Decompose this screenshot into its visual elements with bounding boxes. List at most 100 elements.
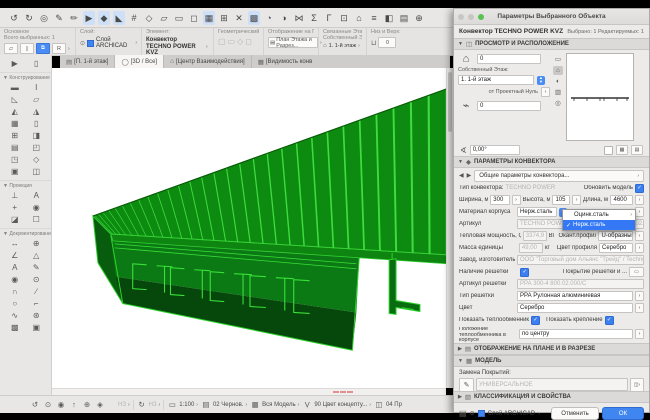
tool-icon[interactable]: ▤ bbox=[7, 142, 23, 153]
width-field[interactable]: 300 bbox=[490, 195, 509, 205]
eye-icon[interactable]: ↑ bbox=[69, 400, 79, 409]
grille-checkbox[interactable]: ✓ bbox=[520, 268, 529, 277]
bottom-elevation-field[interactable]: 0 bbox=[477, 101, 541, 111]
pen-set-select[interactable]: ▤ 02 Чернов.› bbox=[201, 400, 247, 409]
rotation-angle-field[interactable]: 0,00° bbox=[470, 145, 520, 155]
horizontal-scrollbar[interactable] bbox=[52, 388, 446, 395]
toolbar-icon[interactable]: ↻ bbox=[23, 11, 35, 25]
tool-icon[interactable]: ○ bbox=[7, 298, 23, 309]
toolbox-section-design[interactable]: ▼ Конструирование bbox=[0, 72, 51, 81]
renovation-select[interactable]: ◫ 04 Пр bbox=[374, 400, 402, 409]
tool-icon[interactable]: ▣ bbox=[28, 322, 44, 333]
tool-icon[interactable]: I bbox=[28, 82, 44, 93]
favorites-button[interactable]: ▯ bbox=[20, 43, 34, 54]
coating-override-stepper[interactable]: ◫› bbox=[630, 378, 644, 392]
toolbar-icon[interactable]: # bbox=[128, 11, 140, 25]
section-plan-display[interactable]: ▶▤ ОТОБРАЖЕНИЕ НА ПЛАНЕ И В РАЗРЕЗЕ bbox=[454, 343, 649, 355]
scrollbar-thumb[interactable] bbox=[448, 72, 452, 132]
tool-icon[interactable]: ∠ bbox=[7, 250, 23, 261]
color-stepper[interactable]: › bbox=[635, 303, 644, 313]
3d-preview-icon[interactable]: ◐ bbox=[553, 77, 563, 86]
show-hx-checkbox[interactable]: ✓ bbox=[531, 316, 540, 325]
tool-icon[interactable]: ◮ bbox=[28, 106, 44, 117]
tab-3d[interactable]: ◯ [3D / Все] bbox=[115, 55, 164, 68]
story-stepper[interactable]: ▲▼ bbox=[537, 76, 545, 85]
info-preview-icon[interactable]: ◎ bbox=[553, 99, 563, 108]
tool-icon[interactable]: ▶ bbox=[7, 58, 23, 69]
tab-schedule[interactable]: ▦ [Видимость конв bbox=[252, 55, 450, 68]
coating-button[interactable]: ▭ bbox=[629, 267, 644, 277]
geometry-variant-icon[interactable]: ▭ bbox=[228, 37, 236, 46]
tool-icon[interactable]: ◉ bbox=[28, 202, 44, 213]
toolbar-icon[interactable]: ▤ bbox=[398, 11, 410, 25]
tool-icon[interactable]: ◉ bbox=[7, 274, 23, 285]
elevation-value[interactable]: 0 bbox=[378, 37, 396, 48]
chevron-icon[interactable]: › bbox=[68, 46, 70, 52]
position-stepper[interactable]: › bbox=[635, 329, 644, 339]
toolbar-icon[interactable]: ✕ bbox=[233, 11, 245, 25]
brush-icon[interactable]: ✎ bbox=[459, 378, 474, 392]
geometry-variant-icon[interactable]: ◻ bbox=[245, 37, 252, 46]
material-field[interactable]: Нерж.сталь bbox=[517, 207, 557, 217]
section-classification[interactable]: ▶▧ КЛАССИФИКАЦИЯ И СВОЙСТВА bbox=[454, 391, 649, 403]
orbit-icon[interactable]: ↺ bbox=[30, 400, 40, 409]
top-elevation-field[interactable]: 0 bbox=[477, 54, 541, 64]
tool-icon[interactable]: ◫ bbox=[28, 166, 44, 177]
tool-icon[interactable]: ◰ bbox=[28, 142, 44, 153]
element-name[interactable]: Конвектор TECHNO POWER KVZ bbox=[146, 37, 204, 57]
home-story-select[interactable]: 1. 1-й этаж bbox=[458, 75, 534, 85]
tool-icon[interactable]: ⌐ bbox=[28, 298, 44, 309]
toolbar-icon[interactable]: ▭ bbox=[173, 11, 185, 25]
tool-icon[interactable]: ▯ bbox=[28, 58, 44, 69]
toolbar-icon[interactable]: ✎ bbox=[53, 11, 65, 25]
toolbar-icon[interactable]: ≡ bbox=[368, 11, 380, 25]
tool-icon[interactable]: ∿ bbox=[7, 310, 23, 321]
quick-options-nz1[interactable]: НЗ› bbox=[118, 402, 130, 408]
tool-icon[interactable]: ▩ bbox=[7, 322, 23, 333]
fit-icon[interactable]: ◉ bbox=[56, 400, 66, 409]
magnify-icon[interactable]: ◈ bbox=[95, 400, 105, 409]
section-model[interactable]: ▼▦ МОДЕЛЬ bbox=[454, 355, 649, 367]
profile-color-field[interactable]: Серебро bbox=[599, 243, 633, 253]
section-convector-parameters[interactable]: ▼◆ ПАРАМЕТРЫ КОНВЕКТОРА bbox=[454, 156, 649, 168]
grille-type-field[interactable]: РРА Рулонная алюминиевая bbox=[517, 291, 633, 301]
toolbar-icon[interactable]: ▶ bbox=[83, 11, 95, 25]
preview-option-button[interactable]: ▦ bbox=[616, 145, 628, 155]
tool-icon[interactable]: ▦ bbox=[7, 118, 23, 129]
menu-item-galvanized[interactable]: Оцинк.сталь › bbox=[563, 210, 635, 220]
toolbar-icon[interactable]: ◇ bbox=[143, 11, 155, 25]
tool-icon[interactable]: △ bbox=[28, 250, 44, 261]
tool-icon[interactable]: ▬ bbox=[7, 82, 23, 93]
tab-action-center[interactable]: ⌂ [Центр Взаимодействия] bbox=[164, 55, 252, 68]
mirror-checkbox[interactable] bbox=[604, 146, 613, 155]
walk-icon[interactable]: ⊕ bbox=[82, 400, 92, 409]
toolbar-icon[interactable]: Γ bbox=[323, 11, 335, 25]
ok-button[interactable]: ОК bbox=[602, 407, 644, 420]
tab-floorplan[interactable]: ▤ [П. 1-й этаж] bbox=[60, 55, 115, 68]
floorplan-display-select[interactable]: ▤ План Этажа и Разрез... bbox=[268, 37, 318, 48]
toolbar-icon[interactable]: ◎ bbox=[38, 11, 50, 25]
toolbar-icon[interactable]: ◆ bbox=[98, 11, 110, 25]
chevron-icon[interactable]: › bbox=[538, 411, 540, 417]
pickup-button[interactable]: R bbox=[52, 43, 66, 54]
tool-icon[interactable]: ∕ bbox=[28, 286, 44, 297]
toolbar-icon[interactable]: ◑ bbox=[278, 11, 290, 25]
toolbar-icon[interactable]: ✏ bbox=[68, 11, 80, 25]
home-story-value[interactable]: 1. 1-й этаж bbox=[329, 43, 357, 49]
section-preview-icon[interactable]: ▥ bbox=[553, 88, 563, 97]
toolbar-icon[interactable]: ◻ bbox=[188, 11, 200, 25]
menu-item-stainless[interactable]: ✓ Нерж.сталь bbox=[563, 220, 635, 230]
tool-icon[interactable]: ⊥ bbox=[7, 190, 23, 201]
toolbar-icon[interactable]: ⋈ bbox=[293, 11, 305, 25]
eye-icon[interactable]: ⊙ bbox=[80, 40, 85, 47]
color-field[interactable]: Серебро bbox=[517, 303, 633, 313]
panel-titlebar[interactable]: Параметры Выбранного Объекта bbox=[454, 9, 649, 25]
toolbar-icon[interactable]: ⊞ bbox=[218, 11, 230, 25]
toolbar-icon[interactable]: ▱ bbox=[158, 11, 170, 25]
toolbar-icon[interactable]: ↺ bbox=[8, 11, 20, 25]
toolbar-icon[interactable]: ▩ bbox=[248, 11, 260, 25]
tool-icon[interactable]: ◇ bbox=[28, 154, 44, 165]
grille-type-stepper[interactable]: › bbox=[635, 291, 644, 301]
tool-icon[interactable]: ▯ bbox=[28, 118, 44, 129]
toolbar-icon[interactable]: ⊡ bbox=[338, 11, 350, 25]
